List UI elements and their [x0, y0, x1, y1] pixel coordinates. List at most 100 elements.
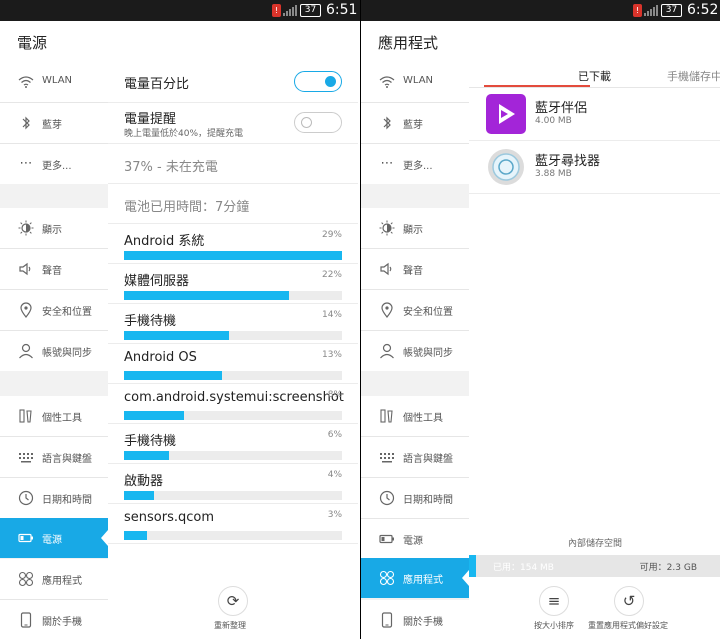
location-icon — [18, 302, 34, 318]
sidebar-item-display[interactable]: 顯示 — [0, 208, 108, 248]
sim-alert-icon: ! — [272, 4, 281, 17]
sidebar-item-apps[interactable]: 應用程式 — [0, 559, 108, 599]
refresh-button[interactable]: ⟳ — [218, 586, 248, 616]
clock-time: 6:51 — [326, 2, 358, 18]
sidebar-item-label: 更多... — [42, 161, 72, 172]
sidebar-item-label: 關於手機 — [42, 617, 82, 628]
apps-icon — [18, 571, 34, 587]
settings-sidebar: WLAN 藍芽 ⋯ 更多... 顯示 聲音 安全和位置 帳號與同步 個性工具 語… — [0, 62, 108, 639]
sidebar-item-wlan[interactable]: WLAN — [0, 62, 108, 102]
account-icon — [18, 343, 34, 359]
app-name: 藍牙伴侶 — [535, 101, 588, 116]
sidebar-item-sound[interactable]: 聲音 — [361, 249, 469, 289]
sidebar-item-bluetooth[interactable]: 藍芽 — [361, 103, 469, 143]
sidebar-item-language-keyboard[interactable]: 語言與鍵盤 — [361, 437, 469, 477]
list-item[interactable]: 藍牙尋找器 3.88 MB — [469, 141, 720, 194]
battery-percent-label: 電量百分比 — [124, 77, 190, 92]
sidebar-item-personal-tools[interactable]: 個性工具 — [0, 396, 108, 436]
sidebar-item-label: 帳號與同步 — [42, 348, 92, 359]
apps-icon — [379, 570, 395, 586]
usage-bar — [124, 251, 342, 260]
sidebar-item-label: 更多... — [403, 161, 433, 172]
usage-app-name: 媒體伺服器 — [124, 274, 190, 289]
sidebar-item-apps[interactable]: 應用程式 — [361, 558, 469, 598]
usage-percent: 6% — [327, 430, 342, 440]
sidebar-item-power[interactable]: 電源 — [361, 519, 469, 559]
sidebar-item-sound[interactable]: 聲音 — [0, 249, 108, 289]
sidebar-item-display[interactable]: 顯示 — [361, 208, 469, 248]
status-bar: ! 37 6:51 — [0, 0, 360, 21]
sidebar-item-security-location[interactable]: 安全和位置 — [0, 290, 108, 330]
sidebar-item-label: 安全和位置 — [403, 307, 453, 318]
battery-alert-row[interactable]: 電量提醒 晚上電量低於40%，提醒充電 — [108, 103, 358, 144]
usage-row[interactable]: sensors.qcom 3% — [108, 504, 358, 544]
usage-row[interactable]: 手機待機 6% — [108, 424, 358, 464]
usage-app-name: com.android.systemui:screenshot — [124, 390, 344, 405]
battery-time-row: 電池已用時間：7分鐘 — [108, 184, 358, 224]
more-icon: ⋯ — [380, 156, 394, 171]
sidebar-item-power[interactable]: 電源 — [0, 518, 108, 558]
storage-used-bar — [469, 555, 476, 577]
list-item[interactable]: 藍牙伴侶 4.00 MB — [469, 88, 720, 141]
battery-alert-toggle[interactable] — [294, 112, 342, 133]
refresh-label: 重新整理 — [214, 621, 246, 630]
sidebar-item-bluetooth[interactable]: 藍芽 — [0, 103, 108, 143]
sidebar-item-label: 藍芽 — [42, 120, 62, 131]
battery-time-text: 電池已用時間：7分鐘 — [124, 200, 250, 215]
sidebar-item-about-phone[interactable]: 關於手機 — [0, 600, 108, 639]
usage-bar-track — [124, 371, 342, 380]
usage-row[interactable]: Android OS 13% — [108, 344, 358, 384]
apps-tab-bar: 已下載 手機儲存中 — [469, 62, 720, 88]
usage-row[interactable]: 媒體伺服器 22% — [108, 264, 358, 304]
sidebar-item-wlan[interactable]: WLAN — [361, 62, 469, 102]
sidebar-item-accounts-sync[interactable]: 帳號與同步 — [361, 331, 469, 371]
sort-by-size-button[interactable]: ≡ — [539, 586, 569, 616]
tools-icon — [379, 408, 395, 424]
sidebar-item-label: 電源 — [403, 536, 423, 547]
battery-percent-toggle[interactable] — [294, 71, 342, 92]
sidebar-item-language-keyboard[interactable]: 語言與鍵盤 — [0, 437, 108, 477]
usage-app-name: 手機待機 — [124, 314, 177, 329]
reset-app-prefs-button[interactable]: ↺ — [614, 586, 644, 616]
sidebar-item-personal-tools[interactable]: 個性工具 — [361, 396, 469, 436]
keyboard-icon — [379, 449, 395, 465]
sidebar-item-about-phone[interactable]: 關於手機 — [361, 600, 469, 639]
sidebar-item-label: 語言與鍵盤 — [42, 454, 92, 465]
usage-app-name: sensors.qcom — [124, 510, 215, 525]
sidebar-item-security-location[interactable]: 安全和位置 — [361, 290, 469, 330]
sidebar-item-date-time[interactable]: 日期和時間 — [361, 478, 469, 518]
sidebar-item-more[interactable]: ⋯ 更多... — [361, 144, 469, 184]
clock-icon — [18, 490, 34, 506]
refresh-icon: ⟳ — [226, 592, 240, 610]
clock-icon — [379, 490, 395, 506]
usage-percent: 3% — [327, 510, 342, 520]
sidebar-item-accounts-sync[interactable]: 帳號與同步 — [0, 331, 108, 371]
usage-row[interactable]: com.android.systemui:screenshot 8% — [108, 384, 358, 424]
usage-row[interactable]: 手機待機 14% — [108, 304, 358, 344]
sound-icon — [379, 261, 395, 277]
sidebar-item-label: 應用程式 — [403, 575, 443, 586]
sort-by-size-label: 按大小排序 — [534, 621, 574, 630]
battery-state-text: 37% - 未在充電 — [124, 160, 218, 175]
battery-percent-row[interactable]: 電量百分比 — [108, 62, 358, 103]
tab-phone-storage[interactable]: 手機儲存中 — [667, 68, 720, 84]
sidebar-item-date-time[interactable]: 日期和時間 — [0, 478, 108, 518]
tab-downloaded[interactable]: 已下載 — [578, 68, 611, 84]
usage-row[interactable]: Android 系統 29% — [108, 224, 358, 264]
sidebar-item-label: 關於手機 — [403, 617, 443, 628]
phone-icon — [379, 612, 395, 628]
usage-row[interactable]: 啟動器 4% — [108, 464, 358, 504]
sidebar-item-label: 語言與鍵盤 — [403, 454, 453, 465]
storage-bar: 已用：154 MB 可用：2.3 GB — [469, 555, 720, 577]
sidebar-item-label: 電源 — [42, 535, 62, 546]
sidebar-item-label: 藍芽 — [403, 120, 423, 131]
sidebar-item-label: WLAN — [403, 75, 434, 86]
sidebar-item-label: 個性工具 — [403, 413, 443, 424]
usage-percent: 8% — [327, 390, 342, 400]
app-size: 4.00 MB — [535, 116, 572, 126]
sidebar-item-label: 個性工具 — [42, 413, 82, 424]
battery-status-icon: 37 — [300, 4, 321, 17]
sidebar-item-more[interactable]: ⋯ 更多... — [0, 144, 108, 184]
battery-state-row: 37% - 未在充電 — [108, 144, 358, 184]
app-bar: 電源 — [0, 21, 360, 62]
